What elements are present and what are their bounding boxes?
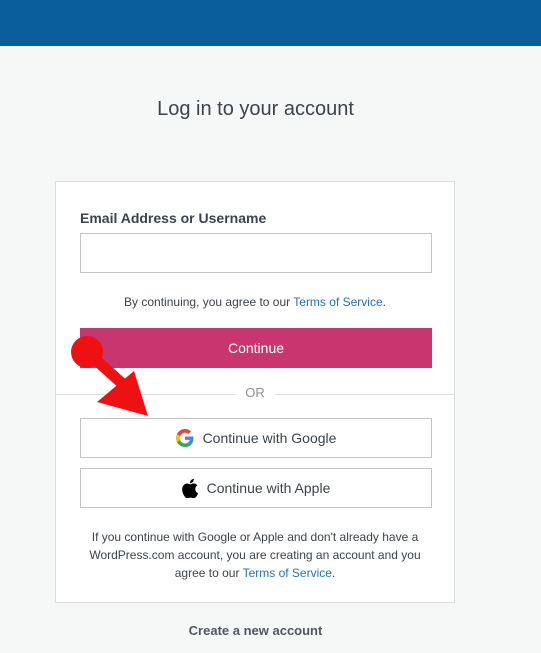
continue-button[interactable]: Continue [80,328,432,368]
google-button-label: Continue with Google [202,430,337,446]
login-card: Email Address or Username By continuing,… [55,181,455,603]
continue-with-google-button[interactable]: Continue with Google [80,418,432,458]
continue-with-apple-button[interactable]: Continue with Apple [80,468,432,508]
tos-suffix: . [382,295,386,309]
apple-icon [181,478,198,498]
tos-prefix: By continuing, you agree to our [124,295,294,309]
account-creation-notice: If you continue with Google or Apple and… [76,528,434,582]
page-title: Log in to your account [157,98,354,120]
footnote-terms-of-service-link[interactable]: Terms of Service [243,566,332,580]
email-field[interactable] [80,233,432,273]
terms-of-service-link[interactable]: Terms of Service [293,295,382,309]
or-label: OR [235,385,275,400]
top-bar [0,0,541,46]
tos-notice: By continuing, you agree to our Terms of… [56,295,454,309]
apple-button-label: Continue with Apple [206,480,331,496]
footnote-suffix: . [331,566,336,580]
email-field-label: Email Address or Username [80,210,267,226]
create-account-link[interactable]: Create a new account [0,623,511,638]
google-icon [175,429,194,447]
